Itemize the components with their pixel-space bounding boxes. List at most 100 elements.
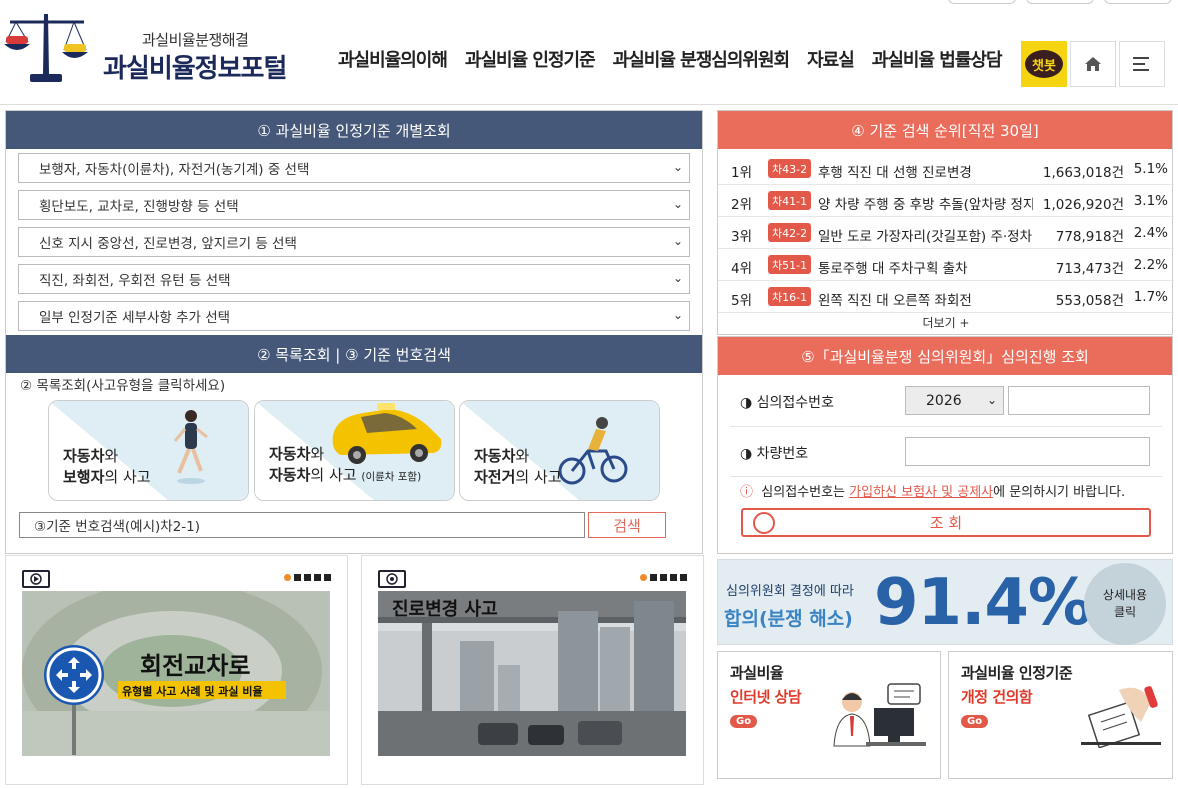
insurer-link[interactable]: 가입하신 보험사 및 공제사 <box>849 485 993 500</box>
section-title-deliberation: ⑤「과실비율분쟁 심의위원회」심의진행 조회 <box>718 337 1172 375</box>
ranking-row[interactable]: 5위 차16-1 왼쪽 직진 대 오른쪽 좌회전 553,058건 1.7% <box>718 281 1174 313</box>
receipt-number-label: ◑ 심의접수번호 <box>740 395 834 411</box>
chevron-down-icon: ⌄ <box>672 160 683 174</box>
agreement-rate-banner[interactable]: 심의위원회 결정에 따라 합의(분쟁 해소) 91.4% 상세내용 클릭 <box>717 559 1173 645</box>
select-party-type[interactable]: 보행자, 자동차(이륜차), 자전거(농기계) 중 선택 ⌄ <box>18 153 690 183</box>
ranking-row[interactable]: 1위 차43-2 후행 직진 대 선행 진로변경 1,663,018건 5.1% <box>718 153 1174 185</box>
menu-button[interactable] <box>1119 41 1165 87</box>
select-value: 일부 인정기준 세부사항 추가 선택 <box>39 310 231 326</box>
car-number-input[interactable] <box>905 437 1150 466</box>
select-signal[interactable]: 신호 지시 중앙선, 진로변경, 앞지르기 등 선택 ⌄ <box>18 227 690 257</box>
accident-type-card-vehicle[interactable]: 자동차와 자동차의 사고 (이륜차 포함) <box>254 400 455 501</box>
card-connector: 와 <box>310 445 325 463</box>
top-tab[interactable] <box>1104 0 1172 4</box>
card-text: 자동차와 자전거의 사고 <box>474 446 562 488</box>
ranking-title[interactable]: 통로주행 대 주차구획 출차 <box>818 257 1033 277</box>
card-connector: 와 <box>515 447 530 465</box>
card-party-a: 자동차 <box>63 447 105 465</box>
select-value: 횡단보도, 교차로, 진행방향 등 선택 <box>39 199 239 215</box>
search-count: 1,663,018건 <box>1042 165 1124 181</box>
slide-indicator[interactable] <box>640 574 687 581</box>
divider <box>730 426 1162 427</box>
standard-code-badge: 차51-1 <box>768 255 812 274</box>
chevron-down-icon: ⌄ <box>672 234 683 248</box>
year-select[interactable]: 2026 ⌄ <box>905 386 1004 415</box>
card-party-a: 자동차 <box>474 447 516 465</box>
video-thumbnail[interactable]: 회전교차로 유형별 사고 사례 및 과실 비율 <box>22 591 330 756</box>
detail-button-label: 상세내용 클릭 <box>1102 588 1148 619</box>
detail-button[interactable]: 상세내용 클릭 <box>1084 563 1166 645</box>
receipt-number-input[interactable] <box>1008 386 1150 415</box>
video-card-lane-change[interactable]: 진로변경 사고 <box>361 555 704 785</box>
video-caption-sub: 유형별 사고 사례 및 과실 비율 <box>122 684 263 698</box>
select-location[interactable]: 횡단보도, 교차로, 진행방향 등 선택 ⌄ <box>18 190 690 220</box>
nav-item-library[interactable]: 자료실 <box>807 46 855 72</box>
ranking-row[interactable]: 3위 차42-2 일반 도로 가장자리(갓길포함) 주·정차 778,918건 … <box>718 217 1174 249</box>
rank-number: 2위 <box>731 197 753 213</box>
promo-title: 과실비율 <box>730 664 784 682</box>
chatbot-icon: 챗봇 <box>1025 50 1063 78</box>
nav-item-standards[interactable]: 과실비율 인정기준 <box>465 46 596 72</box>
nav-item-committee[interactable]: 과실비율 분쟁심의위원회 <box>613 46 790 72</box>
card-party-b: 자동차 <box>269 466 311 484</box>
lookup-notice: ⓘ 심의접수번호는 가입하신 보험사 및 공제사에 문의하시기 바랍니다. <box>740 481 1125 500</box>
more-link[interactable]: 더보기 + <box>718 314 1174 331</box>
card-party-a: 자동차 <box>269 445 311 463</box>
nav-item-legal-consult[interactable]: 과실비율 법률상담 <box>872 46 1003 72</box>
ranking-title[interactable]: 왼쪽 직진 대 오른쪽 좌회전 <box>818 289 1033 309</box>
go-button[interactable]: Go <box>730 715 758 728</box>
page: 과실비율분쟁해결 과실비율정보포털 과실비율의이해 과실비율 인정기준 과실비율… <box>0 0 1178 788</box>
list-label: ② 목록조회(사고유형을 클릭하세요) <box>20 378 226 394</box>
ranking-row[interactable]: 4위 차51-1 통로주행 대 주차구획 출차 713,473건 2.2% <box>718 249 1174 281</box>
section-title-list-search: ② 목록조회 | ③ 기준 번호검색 <box>6 335 702 373</box>
search-button[interactable]: 검색 <box>588 512 666 538</box>
suggestion-box-icon <box>1081 686 1161 748</box>
pedestrian-icon <box>173 410 208 484</box>
nav-item-understanding[interactable]: 과실비율의이해 <box>338 46 448 72</box>
select-detail[interactable]: 일부 인정기준 세부사항 추가 선택 ⌄ <box>18 301 690 331</box>
go-button[interactable]: Go <box>961 715 989 728</box>
select-direction[interactable]: 직진, 좌회전, 우회전 유턴 등 선택 ⌄ <box>18 264 690 294</box>
main-nav: 과실비율의이해 과실비율 인정기준 과실비율 분쟁심의위원회 자료실 과실비율 … <box>338 46 1003 72</box>
standard-revision-card[interactable]: 과실비율 인정기준 개정 건의함 Go <box>948 651 1173 779</box>
top-tab[interactable] <box>1026 0 1094 4</box>
promo-subtitle: 인터넷 상담 <box>730 688 802 706</box>
accident-type-card-bicycle[interactable]: 자동차와 자전거의 사고 <box>459 400 660 501</box>
standard-code-badge: 차41-1 <box>768 191 812 210</box>
roundabout-thumbnail-image: 회전교차로 유형별 사고 사례 및 과실 비율 <box>22 591 330 756</box>
ranking-title[interactable]: 일반 도로 가장자리(갓길포함) 주·정차 <box>818 225 1033 245</box>
promo-subtitle: 개정 건의함 <box>961 688 1033 706</box>
card-suffix: 의 사고 <box>515 468 562 486</box>
top-tab[interactable] <box>948 0 1016 4</box>
home-button[interactable] <box>1070 41 1116 87</box>
year-value: 2026 <box>926 392 962 409</box>
chatbot-button[interactable]: 챗봇 <box>1021 41 1067 87</box>
standard-code-badge: 차43-2 <box>768 159 812 178</box>
rank-number: 5위 <box>731 293 753 309</box>
consultant-icon <box>833 683 926 747</box>
search-percent: 2.2% <box>1133 257 1168 273</box>
video-caption-main: 진로변경 사고 <box>392 599 498 620</box>
card-note: (이륜차 포함) <box>361 471 422 483</box>
rank-number: 3위 <box>731 229 753 245</box>
select-value: 보행자, 자동차(이륜차), 자전거(농기계) 중 선택 <box>39 162 310 178</box>
ranking-title[interactable]: 양 차량 주행 중 후방 추돌(앞차량 정지 <box>818 193 1033 213</box>
online-consult-card[interactable]: 과실비율 인터넷 상담 Go <box>717 651 941 779</box>
deliberation-lookup-panel: ⑤「과실비율분쟁 심의위원회」심의진행 조회 ◑ 심의접수번호 2026 ⌄ ◑… <box>717 336 1173 554</box>
video-thumbnail[interactable]: 진로변경 사고 <box>378 591 686 756</box>
standard-number-search-input[interactable]: ③기준 번호검색(예시)차2-1) <box>19 512 585 538</box>
ranking-row[interactable]: 2위 차41-1 양 차량 주행 중 후방 추돌(앞차량 정지 1,026,92… <box>718 185 1174 217</box>
card-party-b: 보행자 <box>63 468 105 486</box>
ranking-title[interactable]: 후행 직진 대 선행 진로변경 <box>818 161 1033 181</box>
top-utility-tabs <box>948 0 1172 4</box>
logo-title[interactable]: 과실비율정보포털 <box>103 48 287 85</box>
lookup-button[interactable]: 조 회 <box>741 508 1151 537</box>
card-suffix: 의 사고 <box>104 468 151 486</box>
notice-text-post: 에 문의하시기 바랍니다. <box>993 485 1126 500</box>
video-card-roundabout[interactable]: 회전교차로 유형별 사고 사례 및 과실 비율 <box>5 555 348 785</box>
slide-indicator[interactable] <box>284 574 331 581</box>
scales-logo-icon[interactable] <box>2 10 92 86</box>
search-percent: 1.7% <box>1133 289 1168 305</box>
accident-type-card-pedestrian[interactable]: 자동차와 보행자의 사고 <box>48 400 249 501</box>
card-text: 자동차와 보행자의 사고 <box>63 446 151 488</box>
